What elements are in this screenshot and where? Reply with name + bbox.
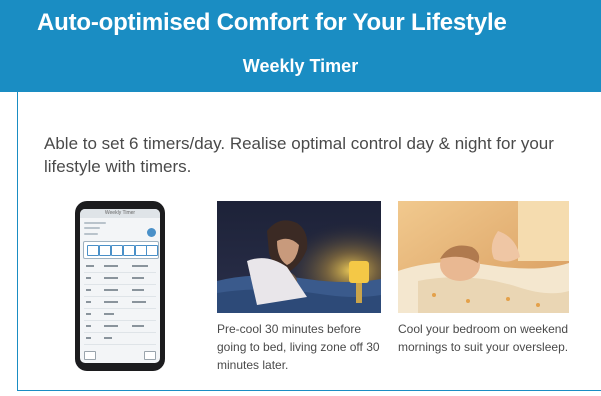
screen-text-line	[84, 222, 106, 224]
timer-row	[84, 321, 156, 333]
frame-border-bottom	[17, 390, 601, 391]
timer-row	[84, 309, 156, 321]
morning-bedroom-photo	[398, 201, 569, 313]
phone-status-bar: Weekly Timer	[80, 209, 160, 218]
page-subtitle: Weekly Timer	[242, 56, 359, 76]
screen-text-line	[84, 227, 100, 229]
intro-text: Able to set 6 timers/day. Realise optima…	[44, 134, 554, 176]
timer-row	[84, 273, 156, 285]
timer-row	[84, 285, 156, 297]
timer-row	[84, 261, 156, 273]
timer-dial-strip	[83, 241, 159, 259]
frame-border-left	[17, 92, 18, 391]
night-bedroom-photo	[217, 201, 381, 313]
caption-weekend: Cool your bedroom on weekend mornings to…	[398, 322, 569, 354]
timer-row	[84, 297, 156, 309]
phone-bottom-bar	[84, 351, 156, 360]
phone-screen: Weekly Timer	[80, 209, 160, 363]
add-timer-icon	[147, 228, 156, 237]
timer-row	[84, 333, 156, 345]
header-banner: Auto-optimised Comfort for Your Lifestyl…	[0, 0, 601, 92]
caption-precool: Pre-cool 30 minutes before going to bed,…	[217, 322, 380, 372]
screen-text-line	[84, 233, 98, 235]
smartphone-illustration: Weekly Timer	[75, 201, 165, 371]
page-title: Auto-optimised Comfort for Your Lifestyl…	[37, 9, 507, 36]
